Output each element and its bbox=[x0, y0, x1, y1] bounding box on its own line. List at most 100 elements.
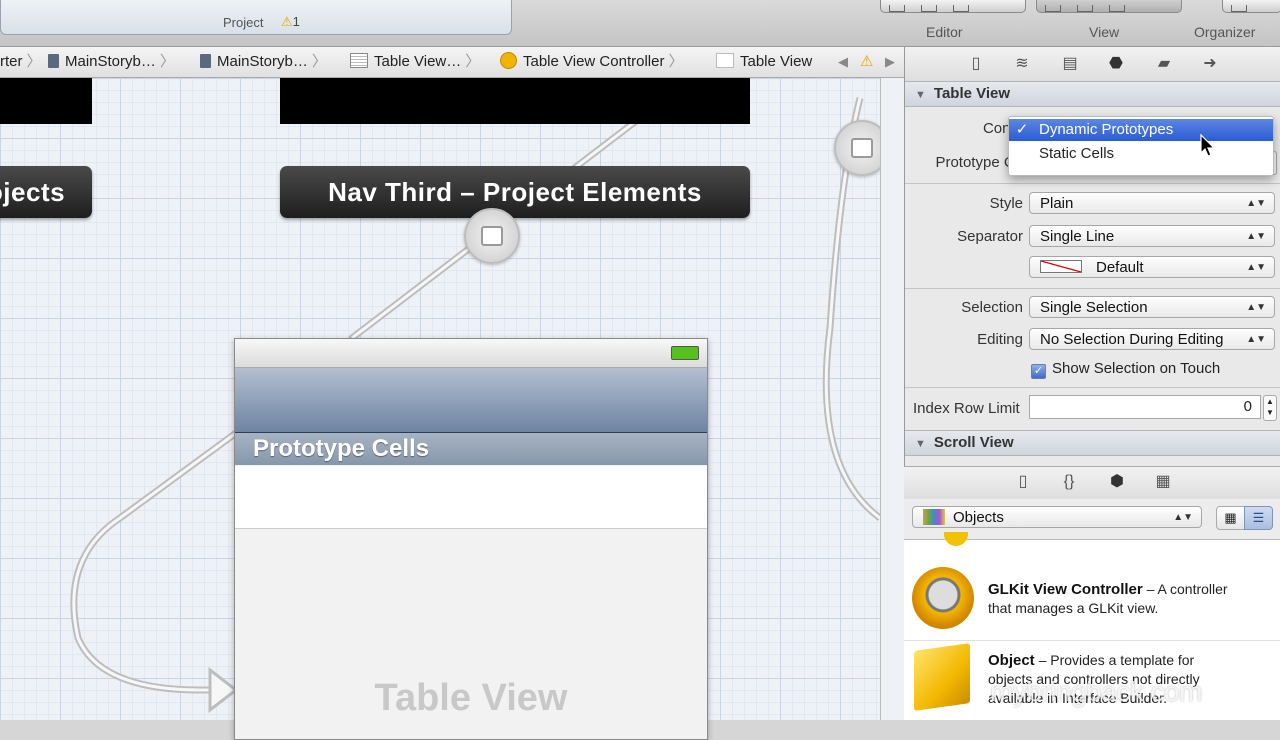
view-segmented-control[interactable] bbox=[1036, 0, 1182, 13]
editing-popup[interactable]: No Selection During Editing ▲▼ bbox=[1029, 328, 1275, 350]
menu-item-label: Static Cells bbox=[1039, 145, 1115, 162]
editor-label: Editor bbox=[926, 24, 963, 40]
library-tabs: ▯ {} ⬢ ▦ bbox=[904, 466, 1280, 500]
standard-editor-icon[interactable] bbox=[889, 5, 905, 12]
menu-item-label: Dynamic Prototypes bbox=[1039, 121, 1174, 138]
popup-arrows-icon: ▲▼ bbox=[1246, 231, 1266, 242]
library-category-popup[interactable]: Objects ▲▼ bbox=[912, 506, 1202, 528]
media-library-icon[interactable]: ▦ bbox=[1154, 473, 1172, 491]
disclosure-triangle-icon[interactable]: ▼ bbox=[915, 432, 926, 456]
color-swatch-icon bbox=[1040, 260, 1082, 273]
section-title: Table View bbox=[933, 85, 1011, 102]
table-view-controller-scene[interactable]: Prototype Cells Table View bbox=[234, 338, 708, 740]
library-item-desc: that manages a GLKit view. bbox=[988, 600, 1159, 616]
inspector-tabs: ▯ ≋ ▤ ⬣ ▰ ➜ bbox=[905, 47, 1280, 82]
breadcrumb-label: Table View… bbox=[374, 53, 462, 70]
style-label: Style bbox=[989, 195, 1023, 212]
breadcrumb-item[interactable]: Table View bbox=[716, 47, 812, 77]
breadcrumb-label: MainStoryb… bbox=[65, 53, 156, 70]
file-inspector-icon[interactable]: ▯ bbox=[967, 55, 985, 73]
index-row-limit-field[interactable]: 0 bbox=[1029, 395, 1261, 419]
prototype-cell[interactable] bbox=[235, 466, 707, 529]
version-editor-icon[interactable] bbox=[953, 5, 969, 12]
utilities-toggle-icon[interactable] bbox=[1109, 5, 1125, 12]
battery-icon bbox=[671, 346, 699, 360]
navigator-toggle-icon[interactable] bbox=[1045, 5, 1061, 12]
breadcrumb-item[interactable]: Table View… 〉 bbox=[350, 47, 486, 77]
disclosure-triangle-icon[interactable]: ▼ bbox=[915, 83, 926, 107]
breadcrumb-item[interactable]: MainStoryb… 〉 bbox=[48, 47, 181, 77]
divider bbox=[905, 387, 1280, 388]
checkmark-icon: ✓ bbox=[1015, 121, 1029, 138]
library-item-desc: – A controller bbox=[1142, 581, 1228, 597]
scene-title-nav-third[interactable]: Nav Third – Project Elements bbox=[280, 166, 750, 218]
editing-label: Editing bbox=[977, 331, 1023, 348]
canvas-edge bbox=[880, 78, 905, 720]
selection-value: Single Selection bbox=[1040, 299, 1148, 316]
editor-segmented-control[interactable] bbox=[880, 0, 1026, 13]
separator-color-value: Default bbox=[1096, 259, 1144, 276]
quick-help-icon[interactable]: ≋ bbox=[1013, 55, 1031, 73]
identity-inspector-icon[interactable]: ▤ bbox=[1061, 55, 1079, 73]
breadcrumb-label: Table View bbox=[740, 53, 813, 70]
warning-indicator[interactable]: ⚠1 bbox=[281, 14, 300, 30]
table-view-placeholder: Table View bbox=[374, 677, 568, 719]
chevron-right-icon: 〉 bbox=[159, 53, 175, 70]
separator-color-popup[interactable]: Default ▲▼ bbox=[1029, 256, 1275, 278]
organizer-icon bbox=[1231, 5, 1247, 12]
organizer-button[interactable] bbox=[1222, 0, 1280, 13]
menu-item-dynamic-prototypes[interactable]: ✓ Dynamic Prototypes bbox=[1009, 119, 1273, 141]
size-inspector-icon[interactable]: ▰ bbox=[1155, 55, 1173, 73]
prototype-cells-label: Prototype Ce bbox=[935, 154, 1023, 171]
previous-issue-icon[interactable]: ◀ bbox=[838, 47, 848, 77]
library-category-value: Objects bbox=[953, 509, 1004, 526]
code-snippet-library-icon[interactable]: {} bbox=[1060, 473, 1078, 491]
connections-inspector-icon[interactable]: ➜ bbox=[1201, 55, 1219, 73]
show-selection-checkbox[interactable]: ✓ Show Selection on Touch bbox=[1031, 360, 1220, 379]
selection-popup[interactable]: Single Selection ▲▼ bbox=[1029, 296, 1275, 318]
object-cube-icon bbox=[914, 643, 970, 711]
activity-label: Project bbox=[223, 15, 264, 30]
menu-item-static-cells[interactable]: Static Cells bbox=[1009, 143, 1273, 165]
organizer-label: Organizer bbox=[1194, 24, 1256, 40]
table-view-section-header[interactable]: ▼ Table View bbox=[905, 81, 1280, 107]
library-item-title: Object bbox=[988, 652, 1035, 669]
library-category-icon bbox=[923, 509, 945, 525]
library-item-desc: – Provides a template for bbox=[1034, 652, 1195, 668]
table-view-icon bbox=[350, 53, 368, 68]
scene-navbar bbox=[0, 78, 92, 124]
chevron-right-icon: 〉 bbox=[26, 53, 42, 70]
status-bar bbox=[235, 339, 707, 368]
separator-popup[interactable]: Single Line ▲▼ bbox=[1029, 225, 1275, 247]
scene-title-left[interactable]: ojects bbox=[0, 166, 92, 218]
object-library-icon[interactable]: ⬢ bbox=[1108, 473, 1126, 491]
divider bbox=[905, 183, 1280, 184]
warning-icon[interactable]: ⚠ bbox=[860, 47, 873, 77]
next-issue-icon[interactable]: ▶ bbox=[885, 47, 895, 77]
breadcrumb-label: rter bbox=[0, 53, 23, 70]
breadcrumb-item[interactable]: rter 〉 bbox=[0, 47, 48, 77]
style-popup[interactable]: Plain ▲▼ bbox=[1029, 192, 1275, 214]
content-label: Conte bbox=[982, 120, 1023, 137]
show-selection-label: Show Selection on Touch bbox=[1052, 360, 1221, 377]
list-item[interactable]: GLKit View Controller – A controller tha… bbox=[904, 560, 1280, 630]
breadcrumb-item[interactable]: MainStoryb… 〉 bbox=[200, 47, 333, 77]
list-view-icon[interactable]: ☰ bbox=[1244, 506, 1273, 530]
navigation-bar[interactable] bbox=[235, 368, 707, 433]
divider bbox=[905, 288, 1280, 289]
attributes-inspector-icon[interactable]: ⬣ bbox=[1107, 55, 1125, 73]
grid-view-icon[interactable]: ▦ bbox=[1216, 506, 1245, 530]
watermark-logo: mybringback.com bbox=[990, 676, 1202, 707]
segue-icon[interactable] bbox=[464, 208, 520, 264]
index-row-limit-stepper[interactable]: ▲ ▼ bbox=[1263, 395, 1277, 421]
index-row-limit-label: Index Row Limit bbox=[913, 400, 1020, 417]
mouse-cursor-icon bbox=[1200, 134, 1216, 157]
file-template-library-icon[interactable]: ▯ bbox=[1014, 473, 1032, 491]
scroll-view-section-header[interactable]: ▼ Scroll View bbox=[905, 430, 1280, 456]
assistant-editor-icon[interactable] bbox=[921, 5, 937, 12]
debug-area-toggle-icon[interactable] bbox=[1077, 5, 1093, 12]
jump-bar: rter 〉 MainStoryb… 〉 MainStoryb… 〉 Table Vi… bbox=[0, 47, 904, 78]
table-view-icon bbox=[716, 53, 734, 68]
selection-label: Selection bbox=[961, 299, 1023, 316]
breadcrumb-item[interactable]: Table View Controller 〉 bbox=[500, 47, 689, 77]
